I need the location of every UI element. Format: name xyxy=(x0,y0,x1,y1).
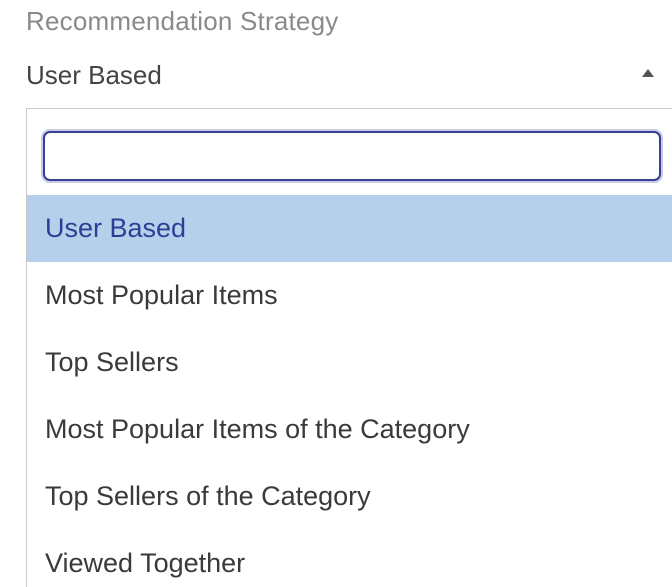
options-list: User Based Most Popular Items Top Seller… xyxy=(27,195,672,587)
option-viewed-together[interactable]: Viewed Together xyxy=(27,530,672,587)
option-top-sellers[interactable]: Top Sellers xyxy=(27,329,672,396)
selected-value: User Based xyxy=(26,60,162,90)
strategy-select[interactable]: User Based xyxy=(26,56,666,100)
recommendation-strategy-field: Recommendation Strategy User Based User … xyxy=(0,0,672,587)
dropdown-panel: User Based Most Popular Items Top Seller… xyxy=(26,108,672,587)
option-top-sellers-of-category[interactable]: Top Sellers of the Category xyxy=(27,463,672,530)
field-label: Recommendation Strategy xyxy=(26,6,339,36)
search-input[interactable] xyxy=(43,131,661,181)
option-user-based[interactable]: User Based xyxy=(27,195,672,262)
search-wrapper xyxy=(43,131,661,181)
option-most-popular-items-of-category[interactable]: Most Popular Items of the Category xyxy=(27,396,672,463)
caret-up-icon[interactable] xyxy=(642,69,654,77)
option-most-popular-items[interactable]: Most Popular Items xyxy=(27,262,672,329)
